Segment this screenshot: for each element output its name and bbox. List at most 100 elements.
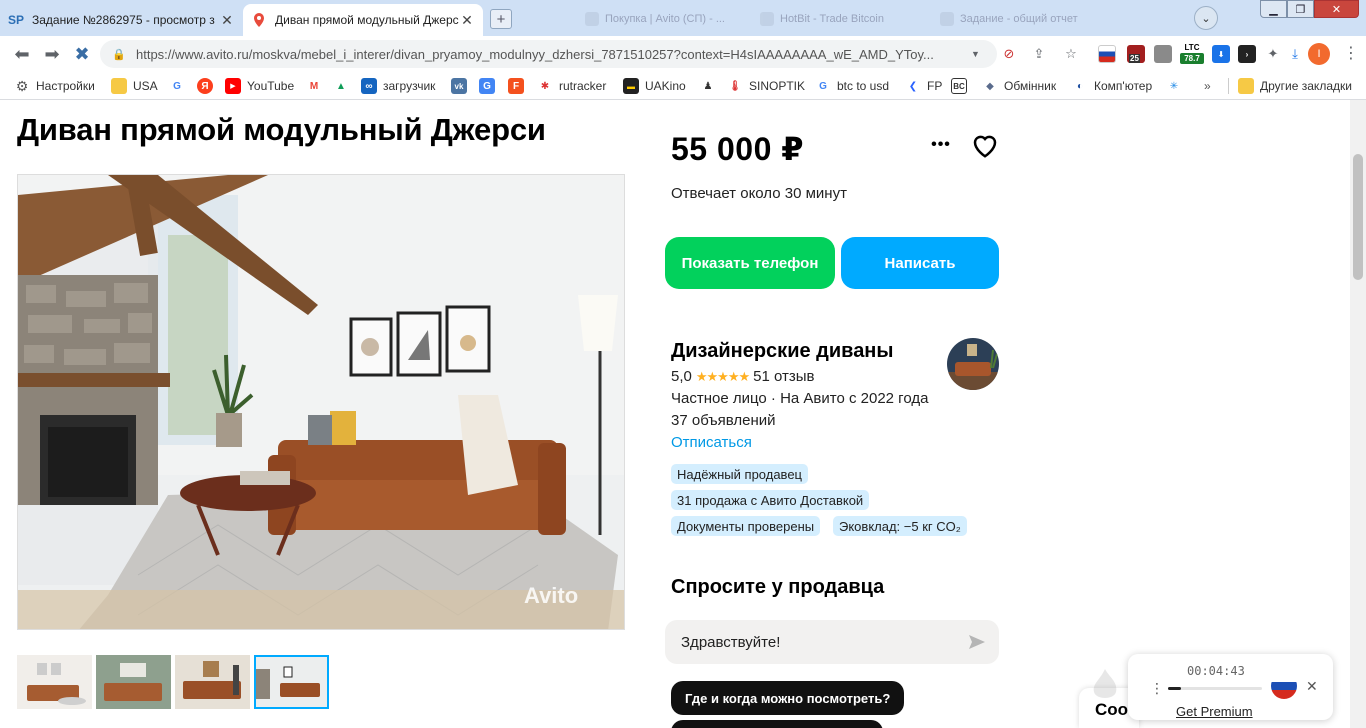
bookmark-usa[interactable]: USA — [111, 77, 158, 95]
russian-flag-icon[interactable] — [1271, 673, 1297, 699]
lock-icon: 🔒 — [112, 48, 126, 61]
bookmark-gmail[interactable]: M — [306, 77, 328, 95]
new-tab-button[interactable]: + — [490, 9, 512, 29]
cookie-text: Coo — [1095, 700, 1129, 719]
tab-search-dropdown-icon[interactable]: ⌄ — [1194, 6, 1218, 30]
seller-ads-count[interactable]: 37 объявлений — [671, 412, 776, 429]
extensions-puzzle-icon[interactable]: ✦ — [1264, 45, 1282, 63]
listing-main-photo[interactable]: Avito — [17, 174, 625, 630]
bookmark-rutracker[interactable]: ✱ rutracker — [537, 77, 607, 95]
bookmarks-overflow-icon[interactable]: » — [1204, 77, 1211, 95]
tab-avito[interactable]: Диван прямой модульный Джерс ✕ — [243, 4, 483, 36]
unsubscribe-link[interactable]: Отписаться — [671, 434, 752, 451]
suggestion-next[interactable] — [671, 720, 883, 728]
bookmark-other[interactable]: Другие закладки — [1238, 77, 1352, 95]
bookmark-drive[interactable]: ▲ — [333, 77, 355, 95]
bc-icon: BC — [951, 78, 967, 94]
bookmark-flex[interactable]: F — [508, 77, 530, 95]
bookmark-btc-usd[interactable]: Gbtc to usd — [815, 77, 889, 95]
forward-arrow-icon[interactable]: ➡ — [40, 42, 64, 66]
bookmark-youtube[interactable]: ▶ YouTube — [225, 77, 294, 95]
close-tab-icon[interactable]: ✕ — [459, 12, 475, 29]
share-icon[interactable]: ⇪ — [1030, 45, 1048, 63]
ltc-ticker[interactable]: LTC 78.7 — [1180, 42, 1204, 66]
write-message-button[interactable]: Написать — [841, 237, 999, 289]
page-scrollbar[interactable] — [1350, 100, 1366, 728]
rating-value: 5,0 — [671, 368, 692, 385]
thumbnail-4-selected[interactable] — [254, 655, 329, 709]
player-progress-track[interactable] — [1168, 687, 1262, 690]
drive-icon: ▲ — [336, 80, 346, 92]
thumbnail-2[interactable] — [96, 655, 171, 709]
bookmark-translate[interactable]: G — [479, 77, 501, 95]
scrollbar-thumb[interactable] — [1353, 154, 1363, 280]
listing-title: Диван прямой модульный Джерси — [17, 112, 546, 147]
bookmark-settings[interactable]: ⚙ Настройки — [14, 77, 95, 95]
briefcase-extension-icon[interactable] — [1154, 45, 1172, 63]
bookmark-sinoptik[interactable]: 🌡 SINOPTIK — [727, 77, 805, 95]
google-icon: G — [819, 80, 827, 92]
bookmark-star-icon[interactable]: ☆ — [1062, 45, 1080, 63]
seller-name[interactable]: Дизайнерские диваны — [671, 340, 893, 363]
favorite-heart-icon[interactable] — [970, 130, 1000, 160]
thumbnail-3[interactable] — [175, 655, 250, 709]
address-bar[interactable]: 🔒 https://www.avito.ru/moskva/mebel_i_in… — [100, 40, 997, 68]
send-arrow-icon[interactable] — [967, 632, 987, 652]
tab-label: Диван прямой модульный Джерс — [275, 13, 459, 27]
minimize-icon[interactable]: ▁ — [1260, 0, 1287, 18]
badge-reliable: Надёжный продавец — [671, 464, 808, 484]
terminal-extension-icon[interactable]: › — [1238, 45, 1256, 63]
blocked-icon[interactable]: ⊘ — [1000, 45, 1018, 63]
badge-documents: Документы проверены — [671, 516, 821, 536]
bookmark-figure[interactable]: ♟ — [700, 77, 722, 95]
bookmark-exchange[interactable]: ◆ Обмінник — [982, 77, 1056, 95]
bookmark-loader[interactable]: ∞ загрузчик — [361, 77, 435, 95]
russian-flag-icon[interactable] — [1098, 45, 1116, 63]
avito-pin-icon — [251, 12, 267, 28]
vk-icon: vk — [451, 78, 467, 94]
player-progress-fill — [1168, 687, 1182, 690]
thumbnail-1[interactable] — [17, 655, 92, 709]
window-close-icon[interactable]: ✕ — [1314, 0, 1359, 18]
get-premium-link[interactable]: Get Premium — [1176, 704, 1253, 719]
tab-task[interactable]: SP Задание №2862975 - просмотр з ✕ — [0, 4, 243, 36]
tab-strip: SP Задание №2862975 - просмотр з ✕ Диван… — [0, 0, 1366, 36]
bookmark-vk[interactable]: vk — [451, 77, 473, 95]
seller-type: Частное лицо · На Авито с 2022 года — [671, 390, 929, 407]
back-arrow-icon[interactable]: ⬅ — [10, 42, 34, 66]
player-close-icon[interactable]: ✕ — [1306, 678, 1318, 695]
stop-icon[interactable]: ✖ — [70, 42, 94, 66]
maximize-icon[interactable]: ❐ — [1287, 0, 1314, 18]
rating-stars-icon: ★★★★★ — [695, 368, 750, 384]
download-extension-icon[interactable]: ⬇ — [1212, 45, 1230, 63]
seller-avatar[interactable] — [947, 338, 999, 390]
tab-label: Задание №2862975 - просмотр з — [32, 13, 215, 27]
bookmark-computer[interactable]: ◐ Комп'ютер — [1072, 77, 1152, 95]
profile-avatar[interactable]: I — [1308, 43, 1330, 65]
more-options-icon[interactable]: ••• — [929, 136, 953, 153]
shield-extension-icon[interactable]: 25 — [1127, 45, 1145, 63]
sp-favicon-icon: SP — [8, 13, 25, 27]
fire-icon — [1090, 668, 1120, 702]
browser-menu-icon[interactable]: ⋮ — [1343, 44, 1359, 66]
suggestion-viewing[interactable]: Где и когда можно посмотреть? — [671, 681, 905, 715]
ghost-tab[interactable]: Покупка | Avito (СП) - ... — [585, 10, 735, 28]
uakino-icon: ▬ — [623, 78, 639, 94]
bookmark-bc[interactable]: BC — [951, 77, 973, 95]
folder-icon — [1238, 78, 1254, 94]
bookmark-google[interactable]: G — [169, 77, 191, 95]
seller-rating[interactable]: 5,0 ★★★★★ 51 отзыв — [671, 368, 815, 385]
downloads-icon[interactable]: ⤓ — [1286, 45, 1304, 63]
bookmark-snowflake[interactable]: ✳ — [1166, 77, 1188, 95]
bookmark-uakino[interactable]: ▬ UAKino — [623, 77, 686, 95]
bookmark-yandex[interactable]: Я — [197, 77, 219, 95]
url-text[interactable]: https://www.avito.ru/moskva/mebel_i_inte… — [136, 47, 971, 62]
show-phone-button[interactable]: Показать телефон — [665, 237, 835, 289]
ghost-tab[interactable]: HotBit - Trade Bitcoin — [760, 10, 910, 28]
ghost-tab[interactable]: Задание - общий отчет — [940, 10, 1090, 28]
close-tab-icon[interactable]: ✕ — [219, 12, 235, 29]
player-menu-icon[interactable]: ⋮ — [1150, 680, 1164, 697]
ask-message-input[interactable]: Здравствуйте! — [665, 620, 999, 664]
chevron-down-icon[interactable]: ▼ — [971, 49, 987, 59]
bookmark-fp[interactable]: ❮ FP — [905, 77, 943, 95]
